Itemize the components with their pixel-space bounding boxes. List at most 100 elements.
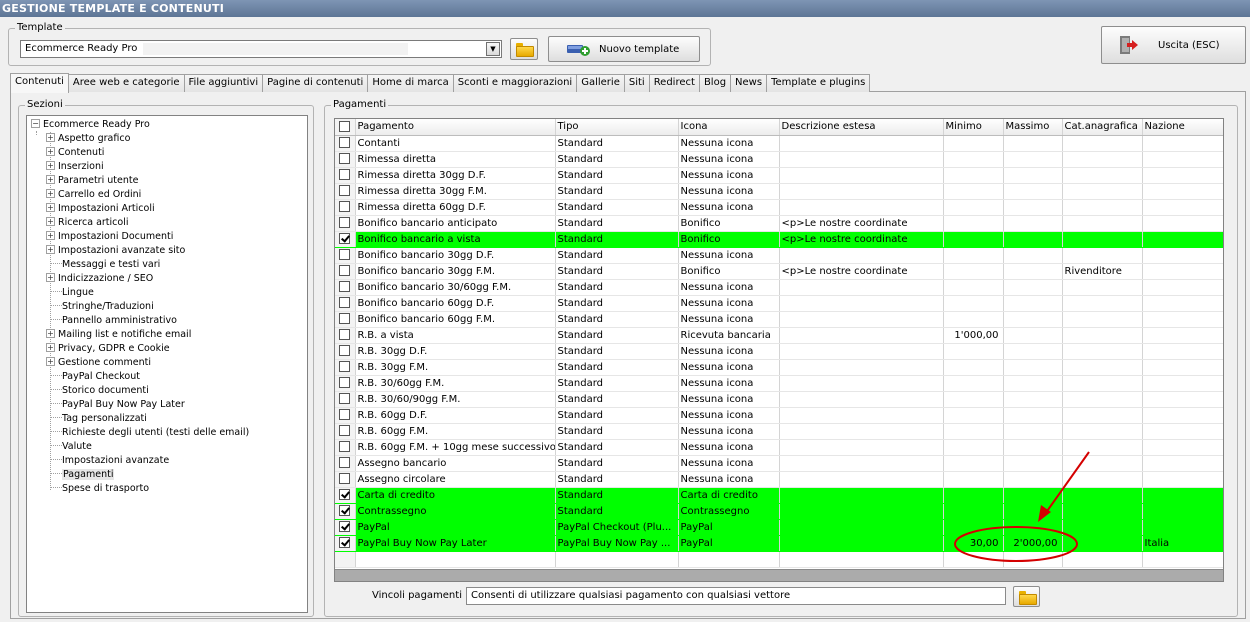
row-checkbox[interactable] <box>335 215 356 232</box>
tree-item[interactable]: + Carrello ed Ordini <box>46 189 141 203</box>
tree-item[interactable]: + Contenuti <box>46 147 104 161</box>
table-row[interactable]: Bonifico bancario 60gg D.F. Standard Nessu… <box>335 295 1223 312</box>
tab-sconti[interactable]: Sconti e maggiorazioni <box>453 74 578 92</box>
col-nazione[interactable]: Nazione <box>1142 119 1223 136</box>
tree-item[interactable]: + Aspetto grafico <box>46 133 130 147</box>
sections-tree[interactable]: − Ecommerce Ready Pro + Aspetto grafico + Co… <box>26 115 308 613</box>
expand-icon[interactable]: + <box>46 217 55 226</box>
tab-file-aggiuntivi[interactable]: File aggiuntivi <box>184 74 264 92</box>
row-checkbox[interactable] <box>335 455 356 472</box>
checkbox-icon[interactable] <box>339 393 351 404</box>
checkbox-icon[interactable] <box>339 169 351 180</box>
checkbox-icon[interactable] <box>339 521 351 532</box>
row-checkbox[interactable] <box>335 487 356 504</box>
row-checkbox[interactable] <box>335 151 356 168</box>
checkbox-icon[interactable] <box>339 137 351 148</box>
tab-home-marca[interactable]: Home di marca <box>368 74 454 92</box>
checkbox-icon[interactable] <box>339 329 351 340</box>
tree-item[interactable]: + Mailing list e notifiche email <box>46 329 191 343</box>
col-pagamento[interactable]: Pagamento <box>355 119 556 136</box>
tree-item[interactable]: + Impostazioni avanzate sito <box>46 245 185 259</box>
table-row[interactable]: Assegno circolare Standard Nessuna icona <box>335 471 1223 488</box>
tree-item[interactable]: + Impostazioni Documenti <box>46 231 173 245</box>
tab-aree-web[interactable]: Aree web e categorie <box>68 74 185 92</box>
col-cat-anagrafica[interactable]: Cat.anagrafica <box>1062 119 1143 136</box>
checkbox-icon[interactable] <box>339 313 351 324</box>
table-row[interactable]: R.B. 30gg D.F. Standard Nessuna icona <box>335 343 1223 360</box>
collapse-icon[interactable]: − <box>31 119 40 128</box>
row-checkbox[interactable] <box>335 295 356 312</box>
table-row[interactable]: Rimessa diretta 30gg D.F. Standard Nessuna… <box>335 167 1223 184</box>
tree-item[interactable]: + Parametri utente <box>46 175 138 189</box>
checkbox-icon[interactable] <box>339 233 351 244</box>
col-icona[interactable]: Icona <box>678 119 780 136</box>
checkbox-icon[interactable] <box>339 281 351 292</box>
checkbox-icon[interactable] <box>339 345 351 356</box>
row-checkbox[interactable] <box>335 423 356 440</box>
table-row[interactable]: R.B. a vista Standard Ricevuta bancaria 1'0… <box>335 327 1223 344</box>
table-row[interactable]: R.B. 30/60gg F.M. Standard Nessuna icona <box>335 375 1223 392</box>
select-all-checkbox[interactable] <box>335 119 356 136</box>
checkbox-icon[interactable] <box>339 409 351 420</box>
table-row[interactable]: Bonifico bancario anticipato Standard Boni… <box>335 215 1223 232</box>
checkbox-icon[interactable] <box>339 153 351 164</box>
table-row[interactable]: Bonifico bancario 60gg F.M. Standard Nessu… <box>335 311 1223 328</box>
expand-icon[interactable]: + <box>46 161 55 170</box>
tree-item[interactable]: + Impostazioni Articoli <box>46 203 155 217</box>
grid-scroll-area[interactable] <box>335 569 1223 581</box>
row-checkbox[interactable] <box>335 343 356 360</box>
tab-siti[interactable]: Siti <box>624 74 650 92</box>
row-checkbox[interactable] <box>335 535 356 552</box>
exit-button[interactable]: Uscita (ESC) <box>1101 26 1246 64</box>
table-row[interactable]: R.B. 60gg F.M. + 10gg mese successivo Sta… <box>335 439 1223 456</box>
tree-item[interactable]: Storico documenti <box>50 385 149 399</box>
checkbox-icon[interactable] <box>339 457 351 468</box>
tab-pagine-contenuti[interactable]: Pagine di contenuti <box>263 74 369 92</box>
table-row[interactable]: Assegno bancario Standard Nessuna icona <box>335 455 1223 472</box>
tree-item[interactable]: Richieste degli utenti (testi delle emai… <box>50 427 249 441</box>
row-checkbox[interactable] <box>335 279 356 296</box>
tree-item[interactable]: Lingue <box>50 287 94 301</box>
row-checkbox[interactable] <box>335 327 356 344</box>
table-row[interactable]: Bonifico bancario 30/60gg F.M. Standard Ne… <box>335 279 1223 296</box>
tab-contenuti[interactable]: Contenuti <box>10 73 69 93</box>
col-tipo[interactable]: Tipo <box>555 119 679 136</box>
tree-item[interactable]: + Indicizzazione / SEO <box>46 273 153 287</box>
table-row[interactable]: Rimessa diretta Standard Nessuna icona <box>335 151 1223 168</box>
col-massimo[interactable]: Massimo <box>1003 119 1063 136</box>
checkbox-icon[interactable] <box>339 249 351 260</box>
checkbox-icon[interactable] <box>339 265 351 276</box>
tab-redirect[interactable]: Redirect <box>649 74 700 92</box>
checkbox-icon[interactable] <box>339 297 351 308</box>
expand-icon[interactable]: + <box>46 343 55 352</box>
table-row[interactable]: PayPal Buy Now Pay Later PayPal Buy Now P… <box>335 535 1223 552</box>
row-checkbox[interactable] <box>335 231 356 248</box>
tree-item[interactable]: + Gestione commenti <box>46 357 151 371</box>
template-select[interactable]: Ecommerce Ready Pro ▼ <box>20 40 502 58</box>
tree-item[interactable]: Spese di trasporto <box>50 483 149 497</box>
tree-item[interactable]: Pannello amministrativo <box>50 315 177 329</box>
table-row[interactable]: Contanti Standard Nessuna icona <box>335 135 1223 152</box>
tree-item[interactable]: Valute <box>50 441 92 455</box>
table-row[interactable]: Bonifico bancario 30gg F.M. Standard Bonif… <box>335 263 1223 280</box>
row-checkbox[interactable] <box>335 247 356 264</box>
table-row[interactable]: PayPal PayPal Checkout (Plu... PayPal <box>335 519 1223 536</box>
tab-blog[interactable]: Blog <box>699 74 732 92</box>
table-row[interactable]: Bonifico bancario 30gg D.F. Standard Nessu… <box>335 247 1223 264</box>
row-checkbox[interactable] <box>335 167 356 184</box>
expand-icon[interactable]: + <box>46 273 55 282</box>
col-descrizione[interactable]: Descrizione estesa <box>779 119 944 136</box>
row-checkbox[interactable] <box>335 407 356 424</box>
table-row[interactable]: Rimessa diretta 30gg F.M. Standard Nessuna… <box>335 183 1223 200</box>
checkbox-icon[interactable] <box>339 441 351 452</box>
tree-item[interactable]: Messaggi e testi vari <box>50 259 160 273</box>
table-row[interactable]: R.B. 60gg F.M. Standard Nessuna icona <box>335 423 1223 440</box>
row-checkbox[interactable] <box>335 263 356 280</box>
table-row[interactable]: Contrassegno Standard Contrassegno <box>335 503 1223 520</box>
vincoli-browse-button[interactable] <box>1013 586 1040 607</box>
tab-template-plugins[interactable]: Template e plugins <box>767 74 871 92</box>
tree-item[interactable]: + Privacy, GDPR e Cookie <box>46 343 170 357</box>
checkbox-icon[interactable] <box>339 201 351 212</box>
row-checkbox[interactable] <box>335 471 356 488</box>
row-checkbox[interactable] <box>335 135 356 152</box>
